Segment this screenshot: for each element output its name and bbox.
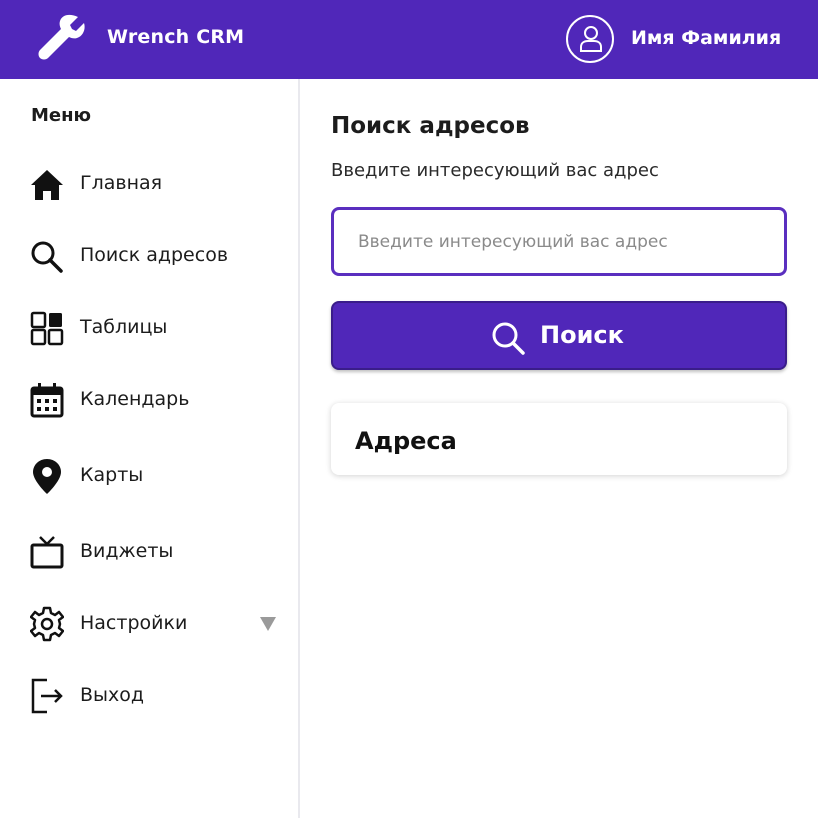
- gear-icon: [30, 606, 64, 642]
- user-avatar-icon[interactable]: [566, 15, 614, 63]
- sidebar-item-logout[interactable]: Выход: [0, 668, 298, 724]
- user-name[interactable]: Имя Фамилия: [631, 27, 781, 49]
- app-title[interactable]: Wrench CRM: [107, 26, 244, 48]
- sidebar: Меню Главная Поиск адресов Таблицы Кален…: [0, 79, 300, 818]
- search-icon: [31, 241, 63, 273]
- page-title: Поиск адресов: [331, 113, 530, 139]
- sidebar-item-label: Главная: [80, 172, 163, 194]
- logout-icon: [31, 678, 63, 714]
- sidebar-item-label: Календарь: [80, 388, 190, 410]
- app-header: Wrench CRM Имя Фамилия: [0, 0, 818, 79]
- sidebar-item-label: Настройки: [80, 612, 188, 634]
- tables-icon: [30, 311, 64, 346]
- home-icon: [31, 170, 63, 200]
- sidebar-item-tables[interactable]: Таблицы: [0, 300, 298, 356]
- sidebar-item-maps[interactable]: Карты: [0, 448, 298, 504]
- wrench-icon[interactable]: [34, 14, 86, 64]
- search-icon: [492, 322, 525, 355]
- map-pin-icon: [33, 459, 61, 494]
- page-subtitle: Введите интересующий вас адрес: [331, 160, 659, 181]
- sidebar-item-label: Таблицы: [80, 316, 168, 338]
- address-search-input[interactable]: [331, 207, 787, 276]
- tv-icon: [30, 536, 64, 569]
- sidebar-item-label: Карты: [80, 464, 144, 486]
- sidebar-item-home[interactable]: Главная: [0, 156, 298, 212]
- sidebar-item-label: Поиск адресов: [80, 244, 229, 266]
- menu-title: Меню: [31, 105, 92, 126]
- sidebar-item-calendar[interactable]: Календарь: [0, 372, 298, 428]
- sidebar-item-label: Виджеты: [80, 540, 174, 562]
- sidebar-item-widgets[interactable]: Виджеты: [0, 524, 298, 580]
- sidebar-item-label: Выход: [80, 684, 145, 706]
- search-button-label: Поиск: [540, 321, 624, 349]
- addresses-title: Адреса: [355, 427, 457, 455]
- sidebar-item-settings[interactable]: Настройки: [0, 596, 298, 652]
- chevron-down-icon[interactable]: [260, 617, 276, 631]
- sidebar-item-address-search[interactable]: Поиск адресов: [0, 228, 298, 284]
- calendar-icon: [30, 383, 64, 418]
- addresses-card: Адреса: [331, 403, 787, 475]
- search-button[interactable]: Поиск: [331, 301, 787, 370]
- main-content: Поиск адресов Введите интересующий вас а…: [300, 79, 818, 818]
